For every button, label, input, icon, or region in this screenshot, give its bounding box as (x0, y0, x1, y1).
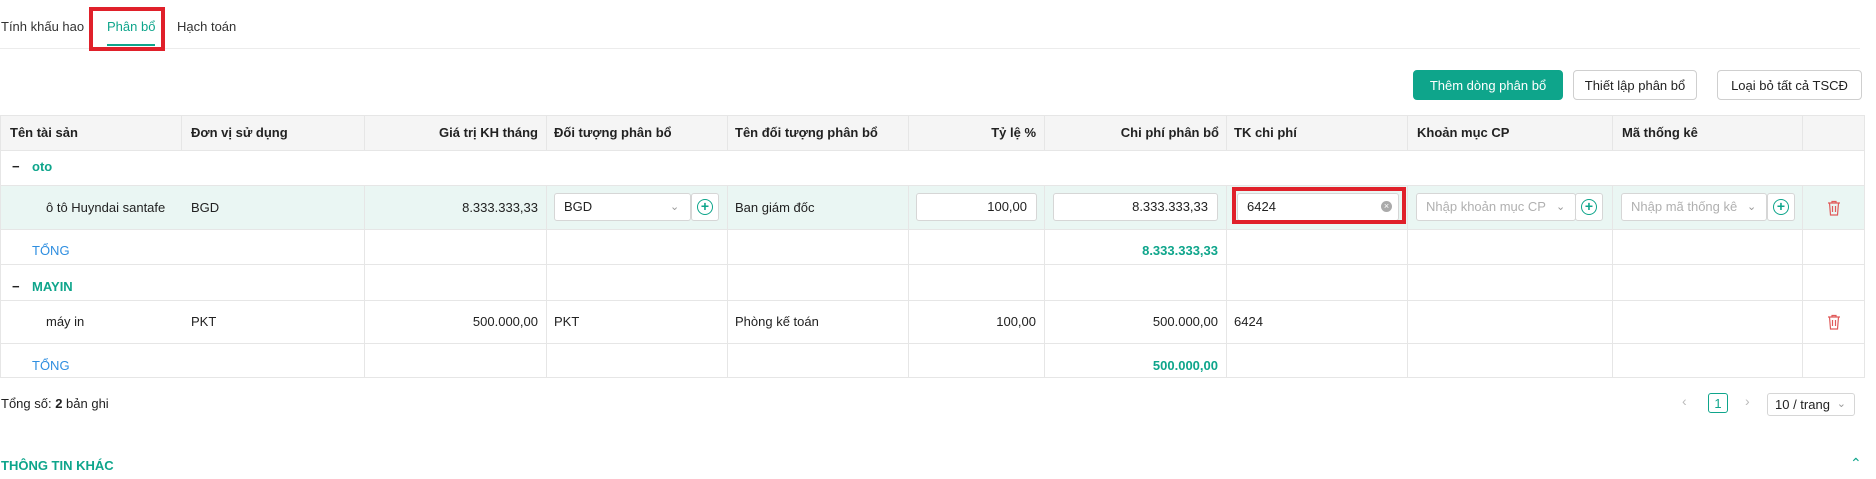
header-cost-item: Khoản mục CP (1417, 125, 1510, 140)
alloc-object-name: Ban giám đốc (735, 200, 815, 215)
page-size-value: 10 / trang (1775, 397, 1830, 412)
alloc-object-value: PKT (554, 314, 580, 329)
collapse-toggle-icon[interactable]: − (12, 279, 20, 294)
chevron-down-icon: ⌄ (1556, 201, 1566, 213)
next-page-icon[interactable]: › (1745, 393, 1750, 409)
group-total-label: TỔNG (32, 358, 70, 373)
group-label-mayin: MAYIN (32, 279, 73, 294)
asset-name: ô tô Huyndai santafe (46, 200, 166, 215)
remove-all-assets-button[interactable]: Loại bỏ tất cả TSCĐ (1717, 70, 1862, 100)
chevron-down-icon: ⌄ (1747, 201, 1757, 213)
section-title-other-info: THÔNG TIN KHÁC (1, 458, 114, 473)
chevron-down-icon: ⌄ (670, 201, 680, 213)
header-monthly-value: Giá trị KH tháng (439, 125, 538, 140)
alloc-object-name: Phòng kế toán (735, 314, 819, 329)
header-stat-code: Mã thống kê (1622, 125, 1698, 140)
group-total-label: TỔNG (32, 243, 70, 258)
asset-name: máy in (46, 314, 85, 329)
cost-item-select[interactable]: Nhập khoản mục CP ⌄ (1416, 193, 1576, 221)
page-size-select[interactable]: 10 / trang ⌄ (1767, 393, 1855, 416)
cost-item-placeholder: Nhập khoản mục CP (1426, 199, 1546, 214)
header-ratio: Tỷ lệ % (991, 125, 1036, 140)
expense-account-select[interactable]: 6424 × (1237, 193, 1399, 221)
expense-account-value: 6424 (1234, 314, 1263, 329)
page-button-current[interactable]: 1 (1708, 393, 1728, 413)
group-total-value: 500.000,00 (1152, 358, 1218, 373)
header-unit: Đơn vị sử dụng (191, 125, 288, 140)
clear-icon[interactable]: × (1381, 201, 1392, 212)
expense-account-value: 6424 (1247, 199, 1276, 214)
add-allocation-row-button[interactable]: Thêm dòng phân bổ (1413, 70, 1563, 100)
tab-bar: Tính khấu hao Phân bổ Hạch toán (0, 0, 1860, 49)
add-alloc-object-button[interactable]: + (691, 193, 719, 221)
tab-depreciation[interactable]: Tính khấu hao (1, 19, 84, 34)
allocation-setup-button[interactable]: Thiết lập phân bổ (1573, 70, 1697, 100)
collapse-toggle-icon[interactable]: − (12, 159, 20, 174)
usage-unit: BGD (191, 200, 220, 215)
delete-row-icon[interactable] (1827, 200, 1841, 216)
monthly-depreciation-value: 8.333.333,33 (462, 200, 538, 215)
record-count: Tổng số: 2 bản ghi (1, 396, 109, 411)
alloc-cost-input[interactable]: 8.333.333,33 (1053, 193, 1218, 221)
add-cost-item-button[interactable]: + (1575, 193, 1603, 221)
usage-unit: PKT (191, 314, 217, 329)
tab-accounting[interactable]: Hạch toán (177, 19, 236, 34)
record-count-suffix: bản ghi (62, 396, 109, 411)
header-alloc-object-name: Tên đối tượng phân bổ (735, 125, 878, 140)
table-header: Tên tài sản Đơn vị sử dụng Giá trị KH th… (1, 116, 1864, 151)
chevron-up-icon[interactable]: ⌃ (1850, 455, 1862, 472)
stat-code-select[interactable]: Nhập mã thống kê ⌄ (1621, 193, 1767, 221)
alloc-object-select[interactable]: BGD ⌄ (554, 193, 691, 221)
header-alloc-cost: Chi phí phân bổ (1120, 125, 1219, 140)
allocation-table: Tên tài sản Đơn vị sử dụng Giá trị KH th… (0, 115, 1865, 378)
prev-page-icon[interactable]: ‹ (1682, 393, 1687, 409)
monthly-depreciation-value: 500.000,00 (472, 314, 538, 329)
tab-allocation[interactable]: Phân bổ (107, 19, 155, 34)
alloc-object-value: BGD (564, 199, 593, 214)
stat-code-placeholder: Nhập mã thống kê (1631, 199, 1738, 214)
add-stat-code-button[interactable]: + (1767, 193, 1795, 221)
header-expense-account: TK chi phí (1234, 125, 1297, 140)
active-tab-indicator (107, 44, 155, 46)
record-count-prefix: Tổng số: (1, 396, 56, 411)
alloc-cost-value: 500.000,00 (1152, 314, 1218, 329)
chevron-down-icon: ⌄ (1836, 398, 1846, 410)
plus-circle-icon: + (1773, 199, 1789, 215)
ratio-value: 100,00 (996, 314, 1036, 329)
group-label-oto: oto (32, 159, 53, 174)
header-alloc-object: Đối tượng phân bổ (554, 125, 672, 140)
group-total-value: 8.333.333,33 (1142, 243, 1218, 258)
header-asset-name: Tên tài sản (10, 125, 78, 140)
delete-row-icon[interactable] (1827, 314, 1841, 330)
ratio-input[interactable]: 100,00 (916, 193, 1037, 221)
plus-circle-icon: + (1581, 199, 1597, 215)
plus-circle-icon: + (697, 199, 713, 215)
